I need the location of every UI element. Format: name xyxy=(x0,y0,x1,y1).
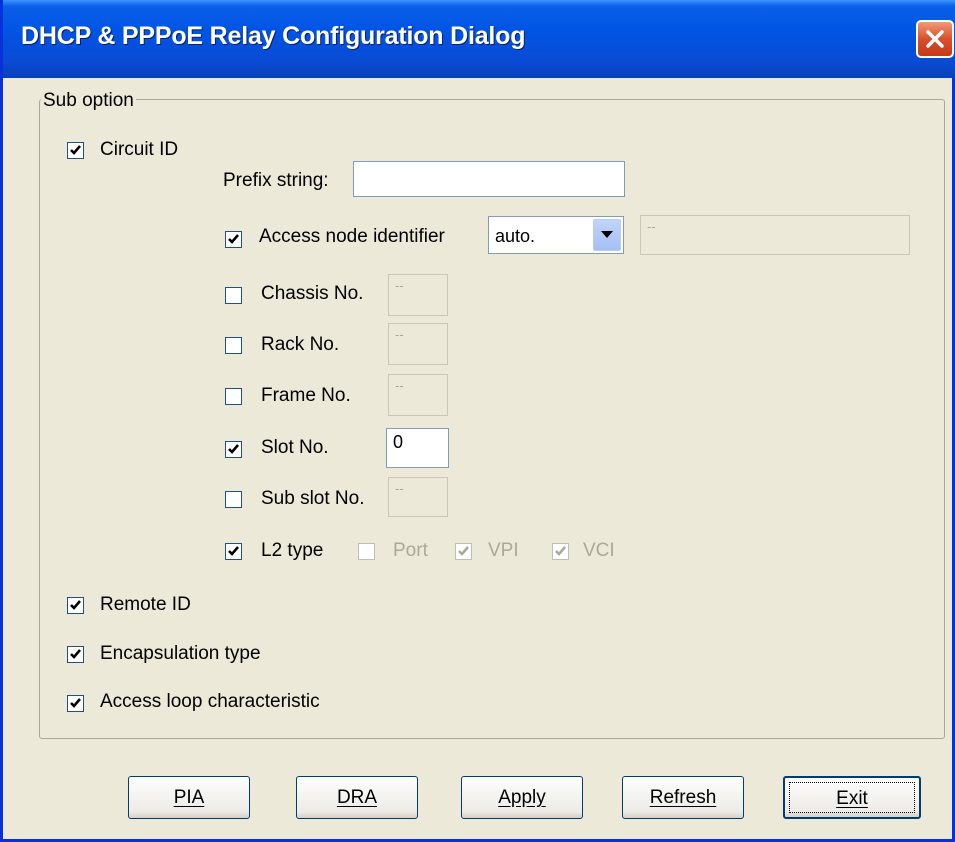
check-icon xyxy=(70,145,81,155)
dra-button[interactable]: DRA xyxy=(296,776,418,819)
port-checkbox xyxy=(358,543,375,560)
vpi-checkbox xyxy=(455,543,472,560)
frame-no-checkbox[interactable] xyxy=(225,388,242,405)
port-label: Port xyxy=(393,540,428,561)
dropdown-arrow-button[interactable] xyxy=(593,219,621,251)
prefix-string-input[interactable] xyxy=(353,161,625,197)
check-icon xyxy=(70,600,81,610)
refresh-button-label: Refresh xyxy=(649,787,717,808)
vpi-label: VPI xyxy=(488,540,519,561)
apply-button-label: Apply xyxy=(498,787,546,808)
pia-button[interactable]: PIA xyxy=(128,776,250,819)
focus-rectangle xyxy=(789,782,915,813)
slot-no-checkbox[interactable] xyxy=(225,441,242,458)
access-loop-label: Access loop characteristic xyxy=(100,691,320,712)
prefix-string-label: Prefix string: xyxy=(223,170,329,191)
refresh-button[interactable]: Refresh xyxy=(622,776,744,819)
access-loop-checkbox[interactable] xyxy=(67,695,84,712)
rack-no-input: -- xyxy=(388,323,448,365)
sub-slot-no-checkbox[interactable] xyxy=(225,491,242,508)
sub-option-legend: Sub option xyxy=(41,90,136,112)
frame-no-label: Frame No. xyxy=(261,385,351,406)
l2-type-checkbox[interactable] xyxy=(225,543,242,560)
access-node-label: Access node identifier xyxy=(259,226,445,247)
access-node-checkbox[interactable] xyxy=(225,231,242,248)
circuit-id-label: Circuit ID xyxy=(100,139,179,160)
dra-button-label: DRA xyxy=(336,787,378,808)
remote-id-label: Remote ID xyxy=(100,594,191,615)
check-icon xyxy=(458,546,469,556)
chevron-down-icon xyxy=(601,231,613,238)
apply-button[interactable]: Apply xyxy=(461,776,583,819)
access-node-text-input: -- xyxy=(640,215,910,255)
exit-button[interactable]: Exit xyxy=(783,776,921,819)
access-node-select[interactable]: auto. xyxy=(488,216,624,254)
remote-id-checkbox[interactable] xyxy=(67,597,84,614)
pia-button-label: PIA xyxy=(173,787,205,808)
close-button[interactable] xyxy=(916,20,954,58)
check-icon xyxy=(555,546,566,556)
sub-slot-no-label: Sub slot No. xyxy=(261,488,365,509)
title-bar[interactable]: DHCP & PPPoE Relay Configuration Dialog xyxy=(3,0,955,78)
window-title: DHCP & PPPoE Relay Configuration Dialog xyxy=(21,22,526,50)
check-icon xyxy=(228,546,239,556)
encapsulation-type-checkbox[interactable] xyxy=(67,646,84,663)
circuit-id-checkbox[interactable] xyxy=(67,142,84,159)
check-icon xyxy=(228,444,239,454)
slot-no-label: Slot No. xyxy=(261,437,329,458)
vci-checkbox xyxy=(552,543,569,560)
chassis-no-label: Chassis No. xyxy=(261,283,364,304)
rack-no-label: Rack No. xyxy=(261,334,340,355)
vci-label: VCI xyxy=(583,540,615,561)
access-node-select-value: auto. xyxy=(495,226,536,246)
chassis-no-checkbox[interactable] xyxy=(225,287,242,304)
dialog-window: DHCP & PPPoE Relay Configuration Dialog … xyxy=(0,0,955,842)
chassis-no-input: -- xyxy=(388,274,448,316)
slot-no-input[interactable]: 0 xyxy=(386,428,449,468)
sub-slot-no-input: -- xyxy=(388,477,448,517)
encapsulation-type-label: Encapsulation type xyxy=(100,643,261,664)
rack-no-checkbox[interactable] xyxy=(225,337,242,354)
close-icon xyxy=(926,30,944,48)
check-icon xyxy=(70,649,81,659)
check-icon xyxy=(228,234,239,244)
check-icon xyxy=(70,698,81,708)
frame-no-input: -- xyxy=(388,374,448,416)
l2-type-label: L2 type xyxy=(261,540,324,561)
